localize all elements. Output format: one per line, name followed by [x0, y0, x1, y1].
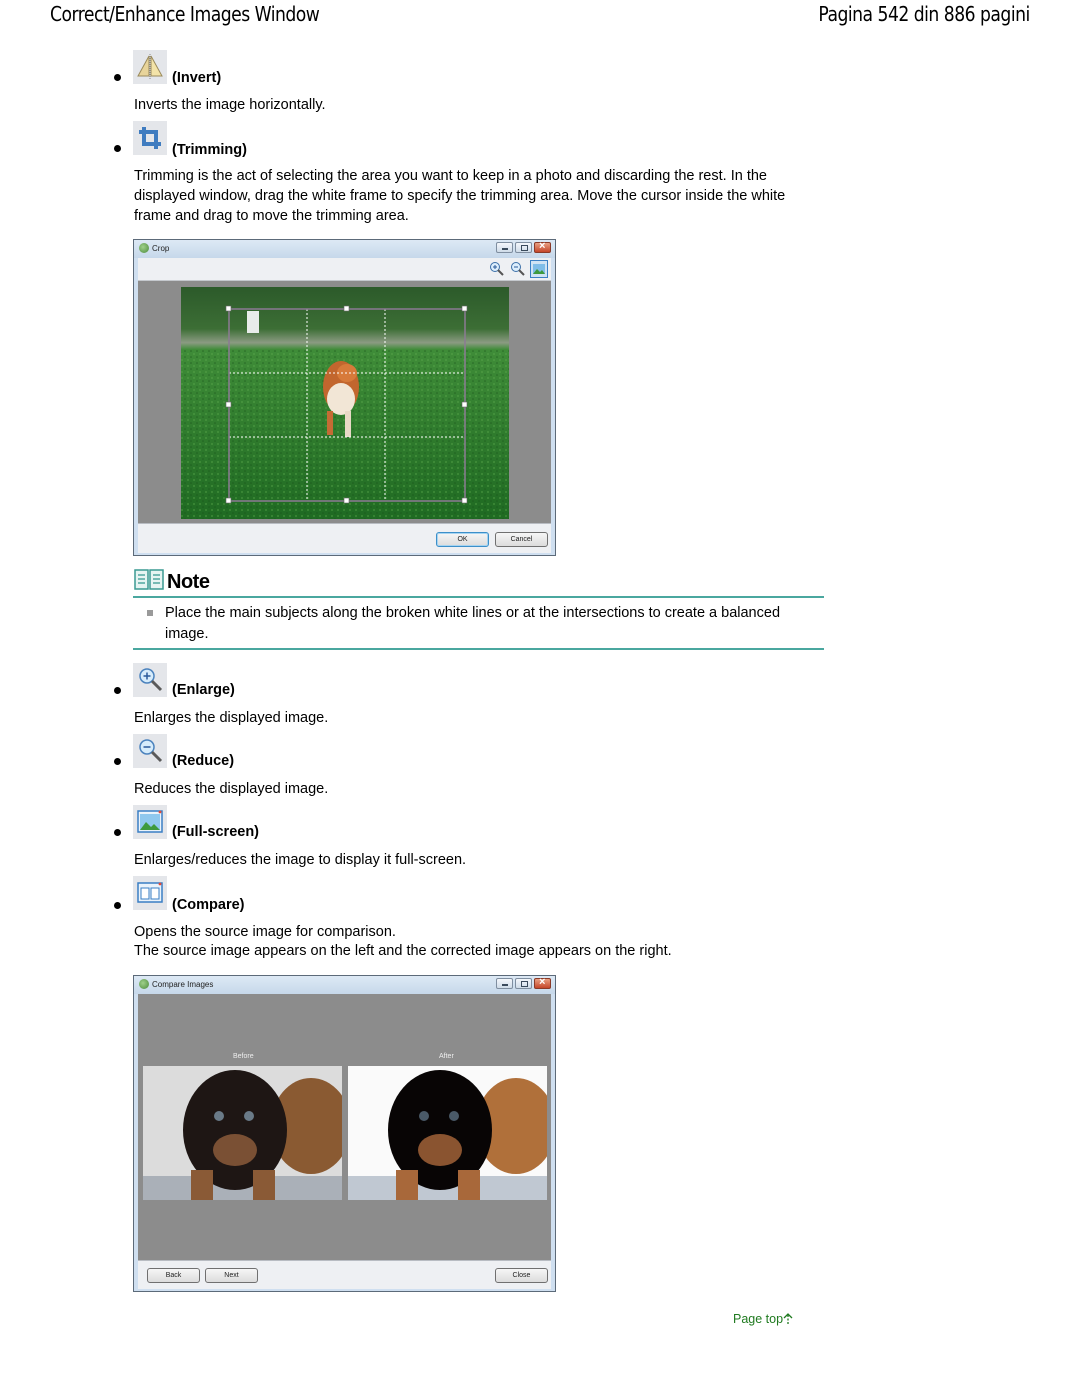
- bullet: [114, 758, 121, 765]
- note-header: Note: [133, 569, 824, 598]
- reduce-icon: [133, 734, 167, 768]
- item-label: (Trimming): [172, 142, 247, 158]
- page-top-link[interactable]: Page top: [733, 1312, 793, 1326]
- minimize-button[interactable]: [496, 978, 513, 989]
- note-title: Note: [167, 571, 210, 593]
- before-label: Before: [233, 1053, 254, 1060]
- compare-icon: [133, 876, 167, 910]
- reduce-icon[interactable]: [510, 261, 526, 277]
- window-title: Compare Images: [152, 980, 214, 989]
- item-label: (Reduce): [172, 753, 235, 769]
- item-description-line-1: Opens the source image for comparison.: [134, 924, 396, 940]
- window-titlebar: Crop: [134, 240, 555, 258]
- ok-button[interactable]: OK: [436, 532, 489, 547]
- item-description: Trimming is the act of selecting the are…: [134, 168, 786, 224]
- app-icon: [139, 979, 149, 989]
- dog-photo: [181, 287, 509, 519]
- item-description: Reduces the displayed image.: [134, 781, 329, 797]
- crop-window-screenshot: Crop × OK Cancel: [133, 239, 556, 556]
- window-title: Crop: [152, 244, 170, 253]
- invert-icon: [133, 50, 167, 84]
- after-label: After: [439, 1053, 454, 1060]
- cancel-button[interactable]: Cancel: [495, 532, 548, 547]
- note-text: Place the main subjects along the broken…: [165, 605, 781, 642]
- item-label: (Invert): [172, 70, 222, 86]
- page-top-label: Page top: [733, 1312, 784, 1326]
- close-button[interactable]: [534, 976, 551, 989]
- after-image: [348, 1066, 547, 1200]
- item-description: Enlarges the displayed image.: [134, 710, 329, 726]
- maximize-button[interactable]: [515, 242, 532, 253]
- bullet: [114, 902, 121, 909]
- note-box: Note Place the main subjects along the b…: [133, 569, 824, 651]
- full-screen-icon: [133, 805, 167, 839]
- item-description: Inverts the image horizontally.: [134, 97, 326, 113]
- close-dialog-button[interactable]: Close: [495, 1268, 548, 1283]
- enlarge-icon[interactable]: [489, 261, 505, 277]
- maximize-button[interactable]: [515, 978, 532, 989]
- item-label: (Compare): [172, 897, 245, 913]
- bullet: [114, 687, 121, 694]
- before-image: [143, 1066, 342, 1200]
- note-divider: [133, 648, 824, 650]
- back-button[interactable]: Back: [147, 1268, 200, 1283]
- enlarge-icon: [133, 663, 167, 697]
- next-button[interactable]: Next: [205, 1268, 258, 1283]
- bullet: [114, 145, 121, 152]
- app-icon: [139, 243, 149, 253]
- square-bullet: [147, 610, 153, 616]
- close-button[interactable]: [534, 240, 551, 253]
- item-description: Enlarges/reduces the image to display it…: [134, 852, 467, 868]
- trimming-icon: [133, 121, 167, 155]
- window-titlebar: Compare Images: [134, 976, 555, 994]
- document-title: Correct/Enhance Images Window: [50, 2, 320, 26]
- full-screen-icon[interactable]: [530, 260, 548, 278]
- item-label: (Enlarge): [172, 682, 235, 698]
- crop-preview-area: [138, 281, 551, 523]
- bullet: [114, 829, 121, 836]
- compare-window-screenshot: Compare Images Before After: [133, 975, 556, 1292]
- bullet: [114, 74, 121, 81]
- book-icon: [134, 569, 164, 590]
- item-label: (Full-screen): [172, 824, 260, 840]
- page-indicator: Pagina 542 din 886 pagini: [818, 2, 1031, 26]
- minimize-button[interactable]: [496, 242, 513, 253]
- arrow-up-icon: [783, 1313, 793, 1325]
- item-description-line-2: The source image appears on the left and…: [134, 943, 672, 959]
- crop-footer: OK Cancel: [138, 523, 551, 553]
- compare-footer: Back Next Close: [138, 1260, 551, 1289]
- compare-preview-area: Before After: [138, 994, 551, 1260]
- crop-toolbar: [138, 258, 551, 281]
- page-header: Correct/Enhance Images Window Pagina 542…: [0, 0, 1080, 32]
